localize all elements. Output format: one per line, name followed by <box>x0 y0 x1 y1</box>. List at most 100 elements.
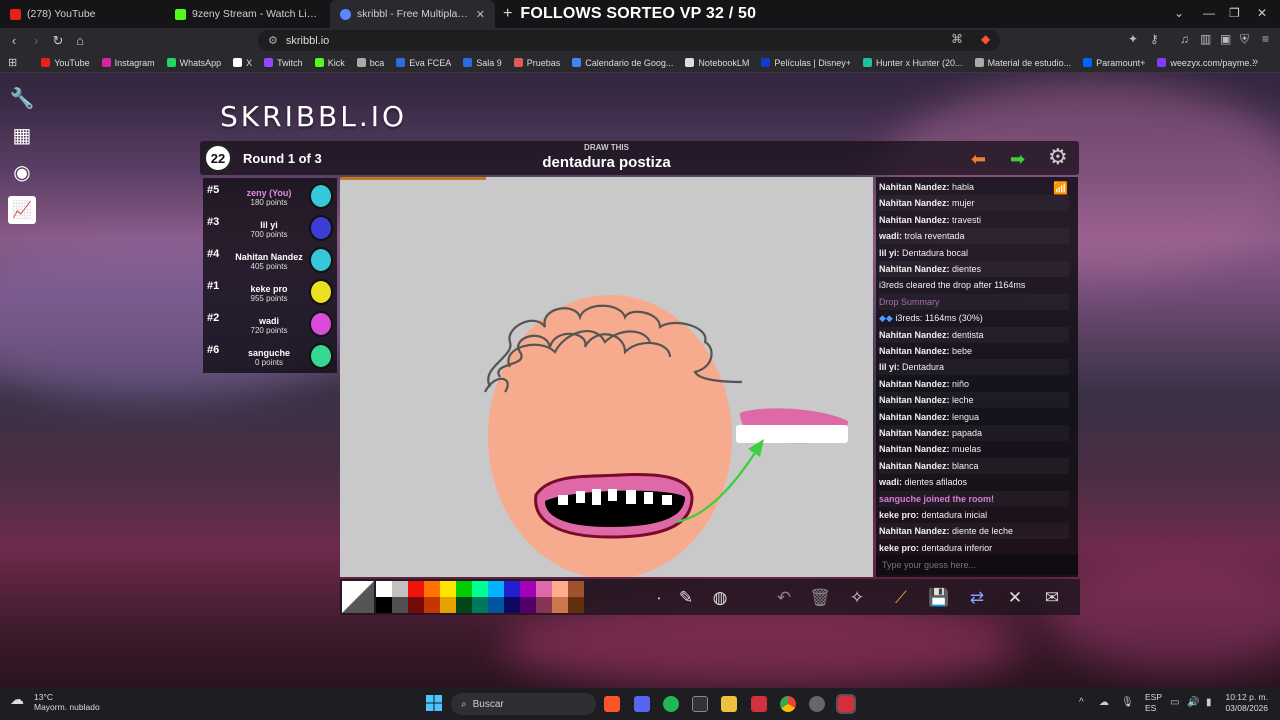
color-swatch[interactable] <box>552 581 568 597</box>
color-swatch[interactable] <box>552 597 568 613</box>
player-row[interactable]: #1 keke pro 955 points <box>203 276 337 308</box>
url-bar[interactable]: ⚙ skribbl.io <box>258 30 1000 51</box>
color-swatch[interactable] <box>424 581 440 597</box>
guess-input[interactable] <box>876 555 1078 575</box>
pencil-icon[interactable]: ✎ <box>673 585 699 611</box>
swap-icon[interactable]: ⇄ <box>964 585 990 611</box>
chrome-app-icon[interactable] <box>780 696 796 712</box>
color-swatch[interactable] <box>392 597 408 613</box>
spotify-app-icon[interactable] <box>663 696 679 712</box>
bookmark-item[interactable]: NotebookLM <box>685 58 749 68</box>
color-swatch[interactable] <box>472 581 488 597</box>
bookmark-item[interactable]: Eva FCEA <box>396 58 451 68</box>
color-swatch[interactable] <box>488 597 504 613</box>
player-row[interactable]: #5 zeny (You) 180 points <box>203 180 337 212</box>
bookmark-item[interactable]: Paramount+ <box>1083 58 1145 68</box>
bookmark-item[interactable]: weezyx.com/payme... <box>1157 58 1257 68</box>
sidebar-icon[interactable]: ▥ <box>1200 32 1211 46</box>
windows-start-icon[interactable] <box>426 695 442 711</box>
player-row[interactable]: #2 wadi 720 points <box>203 308 337 340</box>
home-button[interactable]: ⌂ <box>70 33 90 48</box>
bookmark-item[interactable]: Kick <box>314 58 345 68</box>
tray-app-icon[interactable]: ☁ <box>1099 697 1109 708</box>
player-row[interactable]: #3 lil yi 700 points <box>203 212 337 244</box>
epic-games-app-icon[interactable] <box>692 696 708 712</box>
back-button[interactable]: ‹ <box>4 33 24 48</box>
translate-icon[interactable]: ⌘ <box>951 32 963 46</box>
pipette-icon[interactable]: ⟋ <box>888 585 914 611</box>
color-swatch[interactable] <box>520 581 536 597</box>
color-swatch[interactable] <box>488 581 504 597</box>
menu-icon[interactable]: ≡ <box>1262 32 1269 46</box>
weather-widget[interactable]: ☁ 13°C Mayorm. nublado <box>10 692 100 712</box>
color-swatch[interactable] <box>408 597 424 613</box>
color-preview[interactable] <box>342 581 374 613</box>
browser-tab[interactable]: 9zeny Stream - Watch Live on Kick <box>165 0 330 28</box>
color-swatch[interactable] <box>568 581 584 597</box>
color-swatch[interactable] <box>376 597 392 613</box>
tray-chevron-icon[interactable]: ^ <box>1079 697 1084 708</box>
active-app-icon[interactable] <box>836 694 856 714</box>
bookmark-item[interactable]: bca <box>356 58 384 68</box>
undo-icon[interactable]: ↶ <box>771 585 797 611</box>
site-info-icon[interactable]: ⚙ <box>268 34 278 47</box>
bookmark-item[interactable]: Sala 9 <box>463 58 502 68</box>
bookmark-item[interactable]: Películas | Disney+ <box>761 58 851 68</box>
crossed-tools-icon[interactable]: ✕ <box>1002 585 1028 611</box>
mail-icon[interactable]: ✉ <box>1039 585 1065 611</box>
bookmarks-overflow-icon[interactable]: » <box>1252 56 1258 68</box>
close-tab-icon[interactable]: ✕ <box>476 8 485 21</box>
eye-icon[interactable]: ◉ <box>8 158 36 186</box>
bookmark-item[interactable]: Material de estudio... <box>974 58 1071 68</box>
color-swatch[interactable] <box>504 581 520 597</box>
wrench-icon[interactable]: 🔧 <box>8 84 36 112</box>
browser-tab-active[interactable]: skribbl - Free Multiplayer Drawing ✕ <box>330 0 495 28</box>
color-swatch[interactable] <box>440 597 456 613</box>
trash-icon[interactable]: 🗑 <box>807 585 833 611</box>
steam-app-icon[interactable] <box>809 696 825 712</box>
extensions-icon[interactable]: ✦ <box>1128 32 1138 46</box>
microphone-icon[interactable]: 🎙 <box>1121 697 1134 708</box>
magic-wand-icon[interactable]: ✧ <box>844 585 870 611</box>
bookmark-item[interactable]: Instagram <box>101 58 155 68</box>
taskbar-clock[interactable]: 10:12 p. m. 03/08/2026 <box>1224 692 1268 714</box>
color-swatch[interactable] <box>456 581 472 597</box>
network-icon[interactable]: ▭ <box>1170 697 1179 708</box>
save-icon[interactable]: 💾 <box>926 585 952 611</box>
color-swatch[interactable] <box>536 581 552 597</box>
arrow-right-icon[interactable]: ➡ <box>1010 149 1025 170</box>
vpn-icon[interactable]: ⚷ <box>1150 32 1159 46</box>
wallet-icon[interactable]: ▣ <box>1220 32 1231 46</box>
arrow-left-icon[interactable]: ⬅ <box>971 149 986 170</box>
fill-bucket-icon[interactable]: ◍ <box>707 585 733 611</box>
forward-button[interactable]: › <box>26 33 46 48</box>
minimize-button[interactable]: — <box>1203 6 1215 20</box>
color-swatch[interactable] <box>424 597 440 613</box>
taskbar-search[interactable]: ⌕ Buscar <box>451 693 596 715</box>
chart-icon[interactable]: 📈 <box>8 196 36 224</box>
player-row[interactable]: #4 Nahitan Nandez 405 points <box>203 244 337 276</box>
bookmark-item[interactable]: YouTube <box>41 58 90 68</box>
color-swatch[interactable] <box>456 597 472 613</box>
color-swatch[interactable] <box>504 597 520 613</box>
bookmark-item[interactable]: Pruebas <box>513 58 560 68</box>
browser-tab[interactable]: (278) YouTube <box>0 0 165 28</box>
app-icon[interactable] <box>751 696 767 712</box>
brush-size-icon[interactable]: ∙ <box>646 585 672 611</box>
settings-gear-icon[interactable]: ⚙ <box>1048 144 1068 170</box>
brave-app-icon[interactable] <box>604 696 620 712</box>
volume-icon[interactable]: 🔊 <box>1187 697 1199 708</box>
color-swatch[interactable] <box>520 597 536 613</box>
bookmark-item[interactable]: Calendario de Goog... <box>572 58 673 68</box>
battery-icon[interactable]: ▮ <box>1206 697 1212 708</box>
color-swatch[interactable] <box>472 597 488 613</box>
color-swatch[interactable] <box>440 581 456 597</box>
bookmark-item[interactable]: Hunter x Hunter (20... <box>863 58 963 68</box>
color-swatch[interactable] <box>408 581 424 597</box>
drawing-canvas[interactable] <box>340 177 873 579</box>
discord-app-icon[interactable] <box>634 696 650 712</box>
reload-button[interactable]: ↻ <box>48 33 68 49</box>
media-icon[interactable]: ♫ <box>1180 32 1189 46</box>
bookmark-item[interactable]: Twitch <box>264 58 303 68</box>
language-indicator[interactable]: ESP ES <box>1145 692 1162 714</box>
